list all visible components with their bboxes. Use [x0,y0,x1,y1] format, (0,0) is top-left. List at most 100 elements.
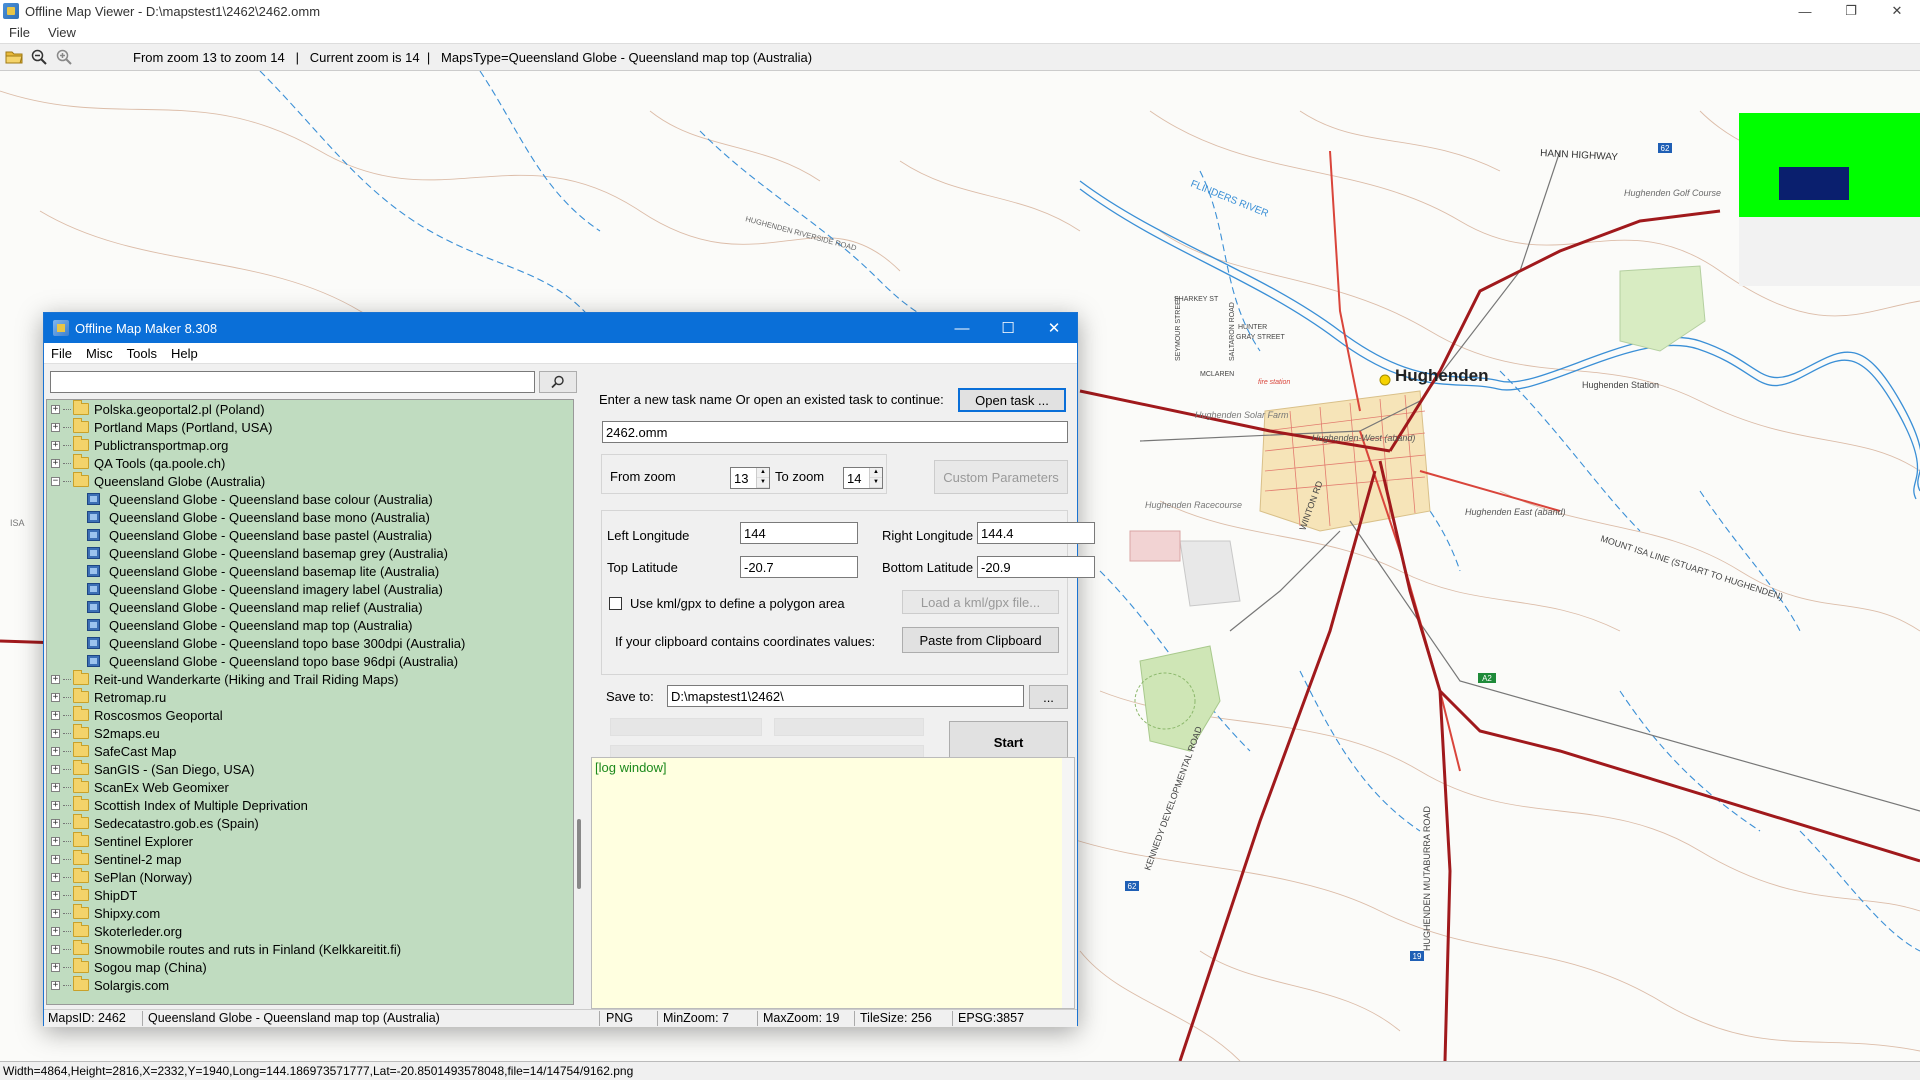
zoom-in-icon[interactable] [53,46,75,68]
expand-icon[interactable]: + [51,836,60,846]
collapse-icon[interactable]: − [51,476,60,486]
overview-viewport-box[interactable] [1779,167,1849,200]
expand-icon[interactable]: + [51,854,60,864]
paste-clipboard-button[interactable]: Paste from Clipboard [902,627,1059,653]
tree-map-item[interactable]: Queensland Globe - Queensland base paste… [47,526,573,544]
expand-icon[interactable]: + [51,980,60,990]
menu-view[interactable]: View [39,25,85,40]
tree-folder-item[interactable]: + Sogou map (China) [47,958,573,976]
tree-folder-item[interactable]: + SafeCast Map [47,742,573,760]
tree-folder-item[interactable]: + Scottish Index of Multiple Deprivation [47,796,573,814]
maker-menu-help[interactable]: Help [164,346,205,361]
tree-folder-item[interactable]: + Snowmobile routes and ruts in Finland (… [47,940,573,958]
from-zoom-input[interactable] [731,468,757,488]
to-zoom-input[interactable] [844,468,870,488]
to-zoom-spinner[interactable]: ▲▼ [843,467,883,489]
tree-folder-item[interactable]: + QA Tools (qa.poole.ch) [47,454,573,472]
expand-icon[interactable]: + [51,710,60,720]
tree-folder-item[interactable]: + Publictransportmap.org [47,436,573,454]
save-to-input[interactable] [667,685,1024,707]
tree-scrollbar[interactable] [574,399,586,1005]
tree-map-item[interactable]: Queensland Globe - Queensland base mono … [47,508,573,526]
top-latitude-input[interactable] [740,556,858,578]
tree-folder-item[interactable]: + Skoterleder.org [47,922,573,940]
tree-map-item[interactable]: Queensland Globe - Queensland topo base … [47,652,573,670]
expand-icon[interactable]: + [51,782,60,792]
tree-map-item[interactable]: Queensland Globe - Queensland basemap gr… [47,544,573,562]
maker-menu-tools[interactable]: Tools [120,346,164,361]
maker-minimize-button[interactable]: — [939,313,985,343]
expand-icon[interactable]: + [51,674,60,684]
minimize-button[interactable]: — [1782,0,1828,22]
tree-folder-item[interactable]: + ScanEx Web Geomixer [47,778,573,796]
expand-icon[interactable]: + [51,692,60,702]
expand-icon[interactable]: + [51,908,60,918]
tree-folder-item[interactable]: + Reit-und Wanderkarte (Hiking and Trail … [47,670,573,688]
expand-icon[interactable]: + [51,872,60,882]
zoom-out-icon[interactable] [28,46,50,68]
tree-folder-item[interactable]: + SePlan (Norway) [47,868,573,886]
tree-map-item[interactable]: Queensland Globe - Queensland basemap li… [47,562,573,580]
expand-icon[interactable]: + [51,422,60,432]
tree-folder-item[interactable]: + ShipDT [47,886,573,904]
maker-menu-misc[interactable]: Misc [79,346,120,361]
overview-map[interactable] [1739,113,1920,217]
tree-folder-item[interactable]: + Sedecatastro.gob.es (Spain) [47,814,573,832]
map-source-tree[interactable]: + Polska.geoportal2.pl (Poland) + Portland … [46,399,574,1005]
tree-map-item[interactable]: Queensland Globe - Queensland imagery la… [47,580,573,598]
expand-icon[interactable]: + [51,404,60,414]
expand-icon[interactable]: + [51,728,60,738]
expand-icon[interactable]: + [51,764,60,774]
bottom-latitude-input[interactable] [977,556,1095,578]
expand-icon[interactable]: + [51,440,60,450]
log-scrollbar[interactable] [1062,758,1074,1008]
tree-scrollbar-thumb[interactable] [577,819,581,889]
load-kml-button[interactable]: Load a kml/gpx file... [902,590,1059,614]
expand-icon[interactable]: + [51,818,60,828]
maker-close-button[interactable]: ✕ [1031,313,1077,343]
tree-folder-item[interactable]: − Queensland Globe (Australia) [47,472,573,490]
tree-folder-item[interactable]: + Roscosmos Geoportal [47,706,573,724]
tree-folder-item[interactable]: + S2maps.eu [47,724,573,742]
search-button[interactable] [539,371,577,393]
expand-icon[interactable]: + [51,890,60,900]
close-button[interactable]: ✕ [1874,0,1920,22]
tree-map-item[interactable]: Queensland Globe - Queensland topo base … [47,634,573,652]
tree-folder-item[interactable]: + Retromap.ru [47,688,573,706]
right-longitude-input[interactable] [977,522,1095,544]
tree-folder-item[interactable]: + Sentinel Explorer [47,832,573,850]
from-zoom-spinner[interactable]: ▲▼ [730,467,770,489]
search-input[interactable] [50,371,535,393]
tree-folder-item[interactable]: + SanGIS - (San Diego, USA) [47,760,573,778]
tree-map-item[interactable]: Queensland Globe - Queensland map relief… [47,598,573,616]
open-task-button[interactable]: Open task ... [958,388,1066,412]
browse-button[interactable]: ... [1029,685,1068,709]
expand-icon[interactable]: + [51,962,60,972]
to-zoom-down-icon[interactable]: ▼ [870,478,882,488]
restore-button[interactable]: ❐ [1828,0,1874,22]
tree-map-item[interactable]: Queensland Globe - Queensland base colou… [47,490,573,508]
expand-icon[interactable]: + [51,458,60,468]
custom-parameters-button[interactable]: Custom Parameters [934,460,1068,494]
expand-icon[interactable]: + [51,800,60,810]
tree-folder-item[interactable]: + Shipxy.com [47,904,573,922]
maker-menu-file[interactable]: File [44,346,79,361]
left-longitude-input[interactable] [740,522,858,544]
from-zoom-up-icon[interactable]: ▲ [757,468,769,478]
task-name-input[interactable] [602,421,1068,443]
log-window[interactable]: [log window] [591,757,1075,1009]
tree-map-item[interactable]: Queensland Globe - Queensland map top (A… [47,616,573,634]
expand-icon[interactable]: + [51,926,60,936]
kml-checkbox[interactable] [609,597,622,610]
open-folder-icon[interactable] [3,46,25,68]
expand-icon[interactable]: + [51,944,60,954]
tree-folder-item[interactable]: + Solargis.com [47,976,573,994]
expand-icon[interactable]: + [51,746,60,756]
maker-maximize-button[interactable]: ☐ [985,313,1031,343]
tree-folder-item[interactable]: + Polska.geoportal2.pl (Poland) [47,400,573,418]
menu-file[interactable]: File [0,25,39,40]
to-zoom-up-icon[interactable]: ▲ [870,468,882,478]
from-zoom-down-icon[interactable]: ▼ [757,478,769,488]
tree-folder-item[interactable]: + Sentinel-2 map [47,850,573,868]
tree-folder-item[interactable]: + Portland Maps (Portland, USA) [47,418,573,436]
